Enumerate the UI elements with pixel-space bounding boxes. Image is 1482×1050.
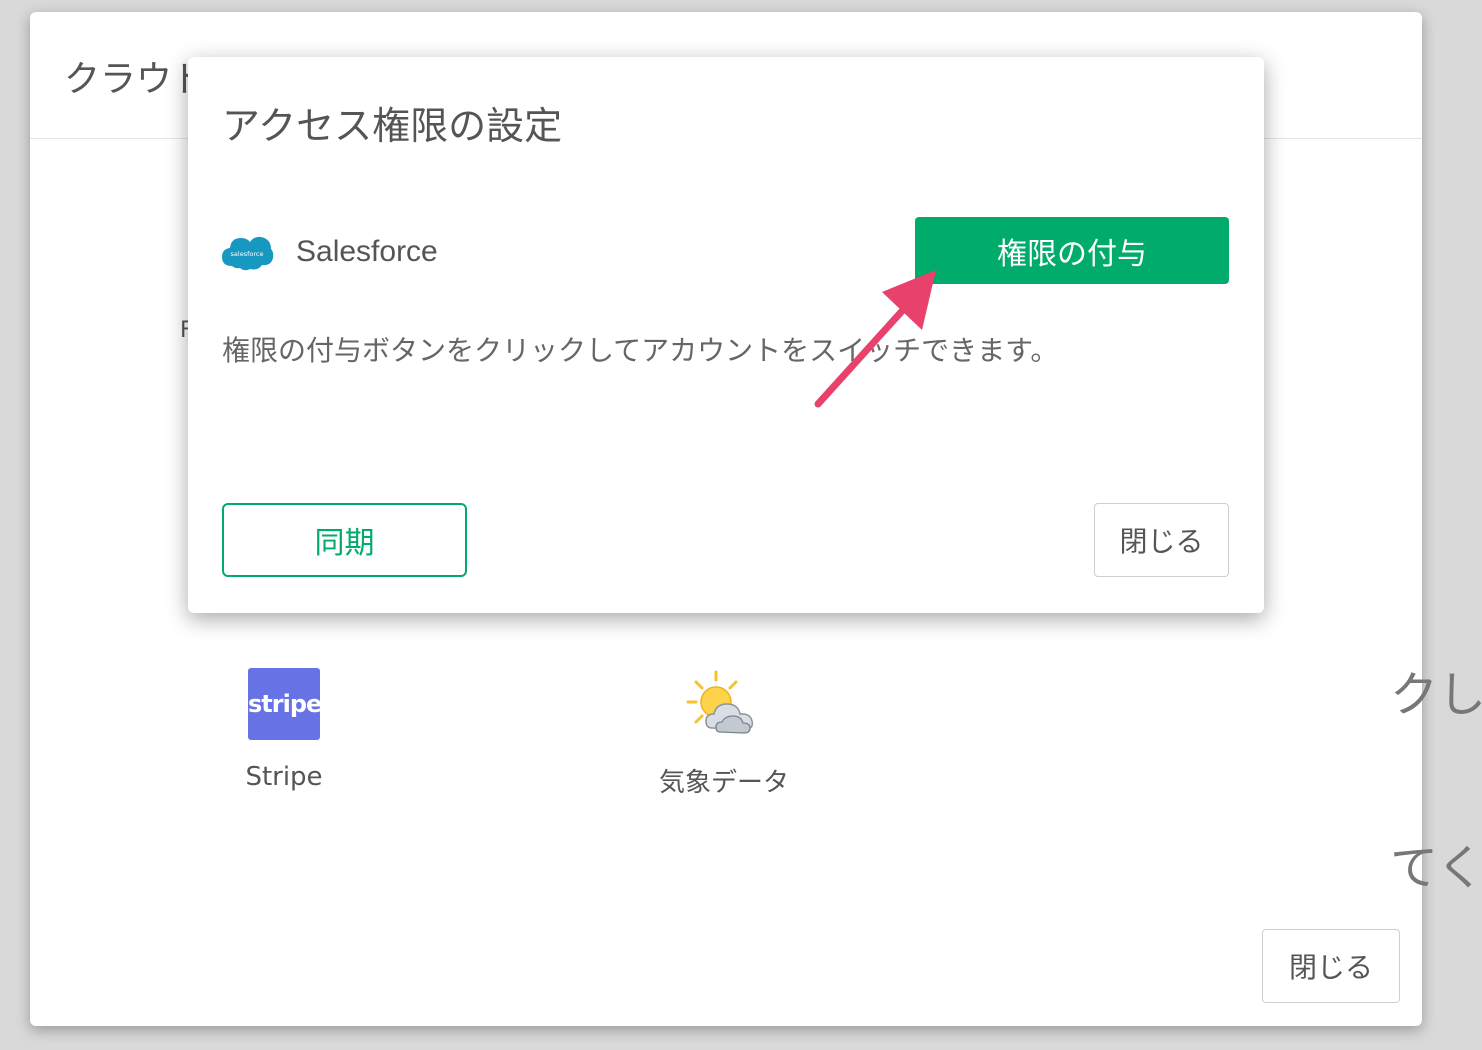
dialog-close-button[interactable]: 閉じる [1094, 503, 1229, 577]
stripe-logo: stripe [248, 668, 322, 740]
grant-permission-button[interactable]: 権限の付与 [915, 217, 1229, 284]
background-close-button[interactable]: 閉じる [1262, 929, 1400, 1003]
weather-sun-cloud-icon [684, 668, 764, 740]
dialog-title: アクセス権限の設定 [222, 104, 563, 148]
provider-name: Salesforce [296, 235, 438, 268]
access-permission-dialog: アクセス権限の設定 salesforce Salesforce 権限の付与 権限… [188, 57, 1264, 613]
service-label-weather: 気象データ [658, 768, 789, 798]
salesforce-logo: salesforce [220, 232, 274, 272]
service-tile-stripe[interactable]: stripe Stripe [184, 668, 384, 792]
background-partial-text-right-2: てく [1390, 840, 1482, 896]
service-label-stripe: Stripe [245, 762, 323, 792]
sync-button[interactable]: 同期 [222, 503, 467, 577]
dialog-description: 権限の付与ボタンをクリックしてアカウントをスイッチできます。 [222, 334, 1059, 367]
background-partial-text-right-1: クし [1390, 667, 1482, 723]
salesforce-logo-text: salesforce [231, 250, 264, 258]
service-tile-weather[interactable]: 気象データ [624, 668, 824, 799]
